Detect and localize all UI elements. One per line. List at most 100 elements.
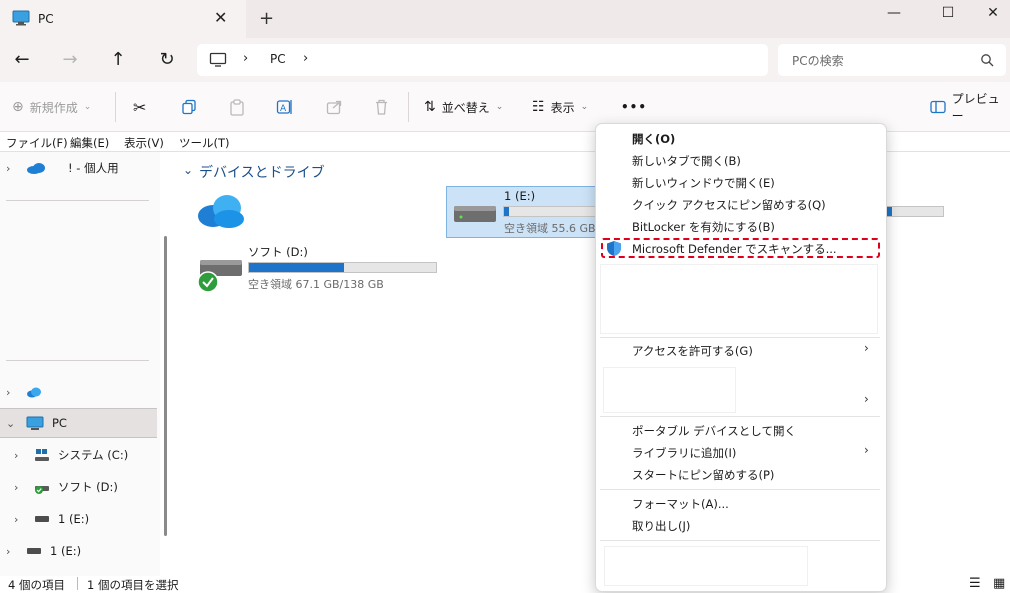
group-header-devices[interactable]: デバイスとドライブ	[199, 162, 325, 182]
delete-icon[interactable]	[374, 99, 389, 115]
menu-item-eject[interactable]: 取り出し(J)	[632, 518, 690, 534]
menu-item-pin-quick-access[interactable]: クイック アクセスにピン留めする(Q)	[632, 197, 826, 213]
menu-view[interactable]: 表示(V)	[124, 135, 164, 151]
drive-usage-bar-partial	[886, 206, 944, 217]
chevron-right-icon[interactable]: ›	[6, 545, 18, 558]
chevron-down-icon[interactable]: ⌄	[6, 417, 18, 430]
search-icon	[981, 54, 994, 67]
tiles-view-icon[interactable]: ▦	[993, 576, 1005, 591]
maximize-button[interactable]: ☐	[932, 2, 964, 24]
sort-icon: ⇅	[424, 99, 436, 115]
menu-item-open[interactable]: 開く(O)	[632, 131, 675, 147]
sidebar-scrollbar[interactable]	[164, 236, 167, 536]
toolbar-divider	[408, 92, 409, 122]
windows-drive-icon	[35, 449, 49, 461]
menu-item-format[interactable]: フォーマット(A)...	[632, 496, 729, 512]
menu-item-grant-access[interactable]: アクセスを許可する(G)	[632, 343, 753, 359]
drive-name: 1 (E:)	[504, 189, 536, 203]
monitor-icon	[12, 10, 30, 26]
preview-button[interactable]: プレビュー	[930, 92, 1010, 123]
menu-item-pin-start[interactable]: スタートにピン留めする(P)	[632, 467, 774, 483]
copy-icon[interactable]	[181, 99, 197, 115]
new-button[interactable]: ⊕ 新規作成 ⌄	[12, 96, 91, 118]
paste-icon[interactable]	[229, 99, 245, 116]
drive-tile-soft-d[interactable]: ソフト (D:) 空き領域 67.1 GB/138 GB	[196, 244, 441, 294]
svg-text:A: A	[280, 104, 287, 114]
menu-separator	[600, 489, 880, 490]
menu-item-add-library[interactable]: ライブラリに追加(I)	[632, 445, 736, 461]
menu-edit[interactable]: 編集(E)	[70, 135, 109, 151]
sidebar-item-onedrive-personal[interactable]: › ! - 個人用	[6, 153, 156, 183]
breadcrumb-pc[interactable]: PC	[270, 52, 286, 66]
drive-icon	[35, 516, 49, 522]
plus-circle-icon: ⊕	[12, 99, 24, 115]
chevron-right-icon[interactable]: ›	[303, 51, 308, 66]
sort-button[interactable]: ⇅ 並べ替え ⌄	[424, 96, 503, 118]
refresh-icon[interactable]: ↻	[155, 48, 179, 72]
details-view-icon[interactable]: ☰	[969, 576, 981, 591]
menu-item-open-portable[interactable]: ポータブル デバイスとして開く	[632, 423, 796, 439]
menu-separator	[600, 416, 880, 417]
chevron-right-icon[interactable]: ›	[243, 51, 248, 66]
up-arrow-icon[interactable]: ↑	[106, 48, 130, 72]
minimize-button[interactable]: —	[878, 2, 910, 24]
tab-close-icon[interactable]: ✕	[214, 8, 227, 27]
menu-separator	[600, 540, 880, 541]
onedrive-cloud-icon[interactable]	[197, 192, 245, 230]
chevron-down-icon[interactable]: ⌄	[183, 163, 193, 177]
chevron-right-icon[interactable]: ›	[14, 449, 26, 462]
drive-name: ソフト (D:)	[248, 245, 308, 259]
rename-icon[interactable]: A	[276, 98, 294, 116]
close-window-button[interactable]: ✕	[977, 2, 1009, 24]
sidebar-item-system-c[interactable]: › システム (C:)	[14, 440, 164, 470]
menu-blank-area	[603, 367, 736, 413]
menu-blank-area	[600, 264, 878, 334]
sidebar-item-onedrive[interactable]: ›	[6, 377, 156, 407]
drive-check-icon	[198, 260, 242, 293]
preview-pane-icon	[930, 100, 946, 114]
drive-usage-fill	[249, 263, 345, 272]
cut-icon[interactable]: ✂	[133, 96, 146, 118]
sidebar-item-label: 1 (E:)	[50, 544, 82, 558]
drive-icon	[454, 206, 496, 222]
forward-arrow-icon[interactable]: →	[58, 48, 82, 72]
sidebar-item-pc[interactable]: ⌄ PC	[0, 408, 157, 438]
drive-usage-bar	[248, 262, 437, 273]
monitor-icon	[26, 416, 44, 430]
chevron-down-icon: ⌄	[580, 102, 589, 112]
sidebar-item-drive-e-root[interactable]: › 1 (E:)	[6, 536, 156, 566]
search-box[interactable]: PCの検索	[778, 44, 1006, 76]
new-tab-button[interactable]: +	[259, 8, 274, 29]
chevron-right-icon[interactable]: ›	[6, 162, 18, 175]
sidebar-divider	[6, 360, 149, 361]
menu-item-open-new-tab[interactable]: 新しいタブで開く(B)	[632, 153, 741, 169]
drive-icon	[27, 548, 41, 554]
toolbar-divider	[115, 92, 116, 122]
drive-check-icon	[35, 486, 49, 494]
back-arrow-icon[interactable]: ←	[10, 48, 34, 72]
tab-pc[interactable]: PC ✕	[0, 0, 246, 38]
new-label: 新規作成	[29, 100, 78, 115]
menu-item-open-new-window[interactable]: 新しいウィンドウで開く(E)	[632, 175, 775, 191]
sidebar-item-drive-e[interactable]: › 1 (E:)	[14, 504, 164, 534]
sidebar-item-soft-d[interactable]: › ソフト (D:)	[14, 472, 164, 502]
sidebar-item-label: ソフト (D:)	[58, 480, 118, 494]
view-button[interactable]: ☷ 表示 ⌄	[532, 96, 588, 118]
address-bar[interactable]: › PC ›	[197, 44, 768, 76]
share-icon[interactable]	[326, 99, 343, 115]
chevron-right-icon[interactable]: ›	[6, 386, 18, 399]
chevron-right-icon[interactable]: ›	[14, 513, 26, 526]
menu-separator	[600, 337, 880, 338]
drive-free-space: 空き領域 67.1 GB/138 GB	[248, 278, 384, 291]
more-options-button[interactable]: •••	[621, 96, 647, 118]
sidebar-item-label: 1 (E:)	[58, 512, 90, 526]
menu-item-bitlocker[interactable]: BitLocker を有効にする(B)	[632, 219, 775, 235]
drive-tile-e[interactable]: 1 (E:) 空き領域 55.6 GB/	[446, 186, 599, 238]
menu-file[interactable]: ファイル(F)	[6, 135, 68, 151]
tab-title: PC	[38, 12, 54, 26]
defender-highlight-box	[601, 238, 880, 258]
submenu-arrow-icon: ›	[864, 443, 869, 457]
onedrive-cloud-icon	[27, 163, 45, 174]
chevron-right-icon[interactable]: ›	[14, 481, 26, 494]
menu-tools[interactable]: ツール(T)	[179, 135, 230, 151]
